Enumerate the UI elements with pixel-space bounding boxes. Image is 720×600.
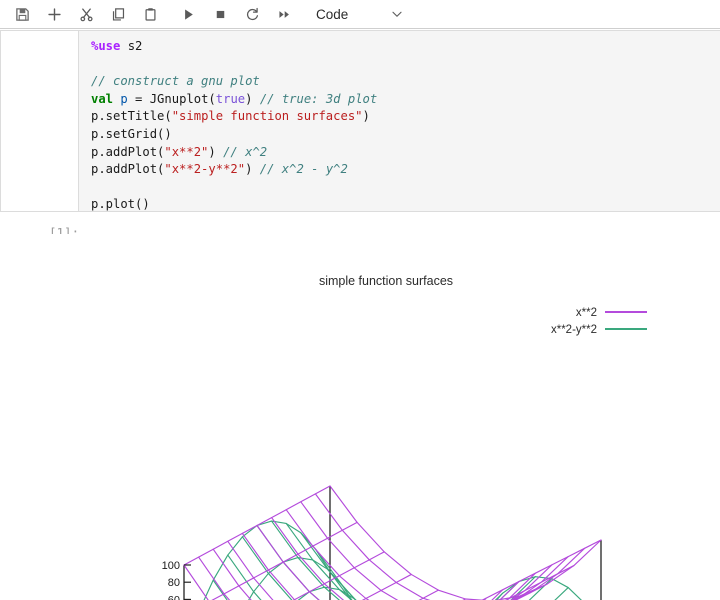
notebook-toolbar: Code: [0, 0, 720, 29]
code-token: "x**2-y**2": [164, 162, 246, 177]
code-line: p.setGrid(): [91, 126, 377, 144]
code-token: // x^2 - y^2: [259, 162, 348, 177]
paste-cell-button[interactable]: [136, 2, 164, 26]
mesh-line: [271, 517, 536, 600]
cell-type-label: Code: [316, 6, 349, 22]
code-token: val: [91, 91, 114, 106]
notebook-body: %use s2 // construct a gnu plot val p = J…: [0, 29, 720, 600]
code-token: true: [215, 91, 246, 106]
mesh-line: [481, 539, 602, 600]
mesh-line: [314, 548, 357, 600]
z-tick-label: 80: [168, 577, 180, 589]
z-tick-label: 100: [162, 560, 180, 572]
legend-label: x**2: [576, 307, 597, 319]
mesh-line: [314, 493, 586, 600]
z-tick-label: 60: [168, 594, 180, 600]
code-token: ): [208, 144, 224, 159]
code-line: p.addPlot("x**2-y**2") // x^2 - y^2: [91, 161, 377, 179]
code-token: p.plot(): [91, 197, 150, 212]
mesh-line: [241, 532, 504, 600]
plus-icon: [47, 7, 62, 22]
scissors-icon: [79, 7, 94, 22]
mesh-line: [300, 501, 569, 600]
code-editor-text[interactable]: %use s2 // construct a gnu plot val p = J…: [91, 38, 377, 214]
chart-legend: x**2 x**2-y**2: [551, 307, 647, 336]
code-line: p.plot(): [91, 196, 377, 214]
mesh-line: [212, 579, 228, 600]
code-line: p.setTitle("simple function surfaces"): [91, 108, 377, 126]
floppy-disk-icon: [15, 7, 30, 22]
code-token: // true: 3d plot: [259, 91, 378, 106]
clipboard-icon: [143, 7, 158, 22]
code-line: p.addPlot("x**2") // x^2: [91, 144, 377, 162]
code-line: val p = JGnuplot(true) // true: 3d plot: [91, 91, 377, 109]
code-token: p: [120, 91, 128, 106]
code-token: = JGnuplot(: [127, 91, 216, 106]
restart-button[interactable]: [238, 2, 266, 26]
cut-cell-button[interactable]: [72, 2, 100, 26]
code-token: p.addPlot(: [91, 162, 165, 177]
copy-icon: [111, 7, 126, 22]
code-token: p.setTitle(: [91, 109, 172, 124]
run-all-button[interactable]: [270, 2, 298, 26]
copy-cell-button[interactable]: [104, 2, 132, 26]
code-token: ): [245, 91, 260, 106]
code-token: p.addPlot(: [91, 144, 165, 159]
code-token: s2: [120, 39, 143, 53]
code-line: // construct a gnu plot: [91, 73, 377, 91]
run-cell-button[interactable]: [174, 2, 202, 26]
play-icon: [181, 7, 196, 22]
code-token: // construct a gnu plot: [91, 74, 260, 89]
restart-arrow-icon: [245, 7, 260, 22]
cell-type-dropdown[interactable]: Code: [314, 2, 404, 26]
code-token: // x^2: [223, 144, 268, 159]
fast-forward-icon: [277, 7, 292, 22]
code-cell-gutter: [0, 30, 78, 212]
code-token: ): [245, 162, 260, 177]
chevron-down-icon[interactable]: [390, 7, 404, 21]
code-line: %use s2: [91, 38, 377, 56]
chart-title: simple function surfaces: [319, 274, 453, 288]
mesh-line: [241, 536, 504, 600]
insert-cell-button[interactable]: [40, 2, 68, 26]
mesh-line: [297, 586, 357, 600]
legend-label: x**2-y**2: [551, 324, 597, 336]
stop-button[interactable]: [206, 2, 234, 26]
gnuplot-3d-surface-chart: simple function surfaces 100806040200-20…: [162, 274, 647, 600]
z-axis: 100806040200-20-40-60-80-100: [162, 560, 191, 600]
mesh-line: [271, 520, 536, 600]
code-token: p.setGrid(): [91, 126, 172, 141]
code-token: %use: [91, 39, 121, 53]
code-token: "simple function surfaces": [171, 109, 363, 124]
code-token: "x**2": [164, 144, 209, 159]
code-token: ): [362, 109, 370, 124]
stop-square-icon: [213, 7, 228, 22]
code-cell[interactable]: %use s2 // construct a gnu plot val p = J…: [78, 30, 720, 212]
save-button[interactable]: [8, 2, 36, 26]
plot-output-area: simple function surfaces 100806040200-20…: [0, 234, 720, 600]
